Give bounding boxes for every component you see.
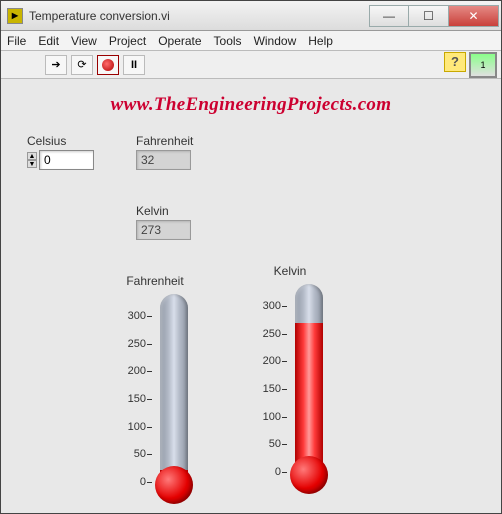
tick: 50 xyxy=(251,438,281,450)
menu-window[interactable]: Window xyxy=(254,34,297,48)
fahrenheit-scale: 300 250 200 150 100 50 0 xyxy=(116,310,146,488)
maximize-button[interactable]: ☐ xyxy=(409,5,449,27)
menu-file[interactable]: File xyxy=(7,34,26,48)
kelvin-scale: 300 250 200 150 100 50 0 xyxy=(251,300,281,478)
tick: 300 xyxy=(116,310,146,322)
tick: 100 xyxy=(116,421,146,433)
kelvin-label: Kelvin xyxy=(136,204,191,218)
app-window: ▶ Temperature conversion.vi — ☐ ✕ File E… xyxy=(0,0,502,514)
menu-edit[interactable]: Edit xyxy=(38,34,59,48)
spin-down-icon[interactable]: ▼ xyxy=(27,160,37,168)
fahrenheit-thermo-label: Fahrenheit xyxy=(116,274,194,288)
help-button[interactable]: ? xyxy=(444,52,466,72)
tick: 300 xyxy=(251,300,281,312)
celsius-group: Celsius ▲ ▼ 0 xyxy=(27,134,94,170)
vi-icon-slot[interactable]: 1 xyxy=(469,52,497,78)
window-title: Temperature conversion.vi xyxy=(29,9,369,23)
tick: 0 xyxy=(251,466,281,478)
tick: 150 xyxy=(251,383,281,395)
menu-help[interactable]: Help xyxy=(308,34,333,48)
fahrenheit-thermometer: Fahrenheit 300 250 200 150 100 50 0 xyxy=(116,274,194,504)
fahrenheit-indicator: 32 xyxy=(136,150,191,170)
watermark-text: www.TheEngineeringProjects.com xyxy=(1,94,501,116)
menubar: File Edit View Project Operate Tools Win… xyxy=(1,31,501,51)
menu-tools[interactable]: Tools xyxy=(214,34,242,48)
abort-icon xyxy=(102,59,114,71)
kelvin-tube[interactable] xyxy=(289,284,329,494)
kelvin-fill xyxy=(295,323,323,478)
kelvin-indicator: 273 xyxy=(136,220,191,240)
run-button[interactable]: ➔ xyxy=(45,55,67,75)
window-controls: — ☐ ✕ xyxy=(369,5,499,27)
menu-project[interactable]: Project xyxy=(109,34,146,48)
tick: 100 xyxy=(251,411,281,423)
kelvin-thermo-label: Kelvin xyxy=(251,264,329,278)
kelvin-group: Kelvin 273 xyxy=(136,204,191,240)
celsius-input[interactable]: 0 xyxy=(39,150,94,170)
kelvin-thermometer: Kelvin 300 250 200 150 100 50 0 xyxy=(251,264,329,494)
fahrenheit-label: Fahrenheit xyxy=(136,134,193,148)
tick: 250 xyxy=(116,338,146,350)
app-icon: ▶ xyxy=(7,8,23,24)
tick: 0 xyxy=(116,476,146,488)
toolbar: ➔ ⟳ II ? 1 xyxy=(1,51,501,79)
tick: 50 xyxy=(116,448,146,460)
run-continuous-button[interactable]: ⟳ xyxy=(71,55,93,75)
tick: 200 xyxy=(116,365,146,377)
thermometer-tube-icon xyxy=(160,294,188,480)
thermometer-bulb-icon xyxy=(155,466,193,504)
celsius-control[interactable]: ▲ ▼ 0 xyxy=(27,150,94,170)
fahrenheit-tube[interactable] xyxy=(154,294,194,504)
fahrenheit-group: Fahrenheit 32 xyxy=(136,134,193,170)
tick: 150 xyxy=(116,393,146,405)
abort-button[interactable] xyxy=(97,55,119,75)
menu-operate[interactable]: Operate xyxy=(158,34,201,48)
spin-up-icon[interactable]: ▲ xyxy=(27,152,37,160)
thermometer-bulb-icon xyxy=(290,456,328,494)
pause-button[interactable]: II xyxy=(123,55,145,75)
close-button[interactable]: ✕ xyxy=(449,5,499,27)
celsius-label: Celsius xyxy=(27,134,94,148)
minimize-button[interactable]: — xyxy=(369,5,409,27)
front-panel: www.TheEngineeringProjects.com Celsius ▲… xyxy=(1,79,501,513)
tick: 200 xyxy=(251,355,281,367)
tick: 250 xyxy=(251,328,281,340)
celsius-spinner[interactable]: ▲ ▼ xyxy=(27,152,37,168)
titlebar[interactable]: ▶ Temperature conversion.vi — ☐ ✕ xyxy=(1,1,501,31)
menu-view[interactable]: View xyxy=(71,34,97,48)
